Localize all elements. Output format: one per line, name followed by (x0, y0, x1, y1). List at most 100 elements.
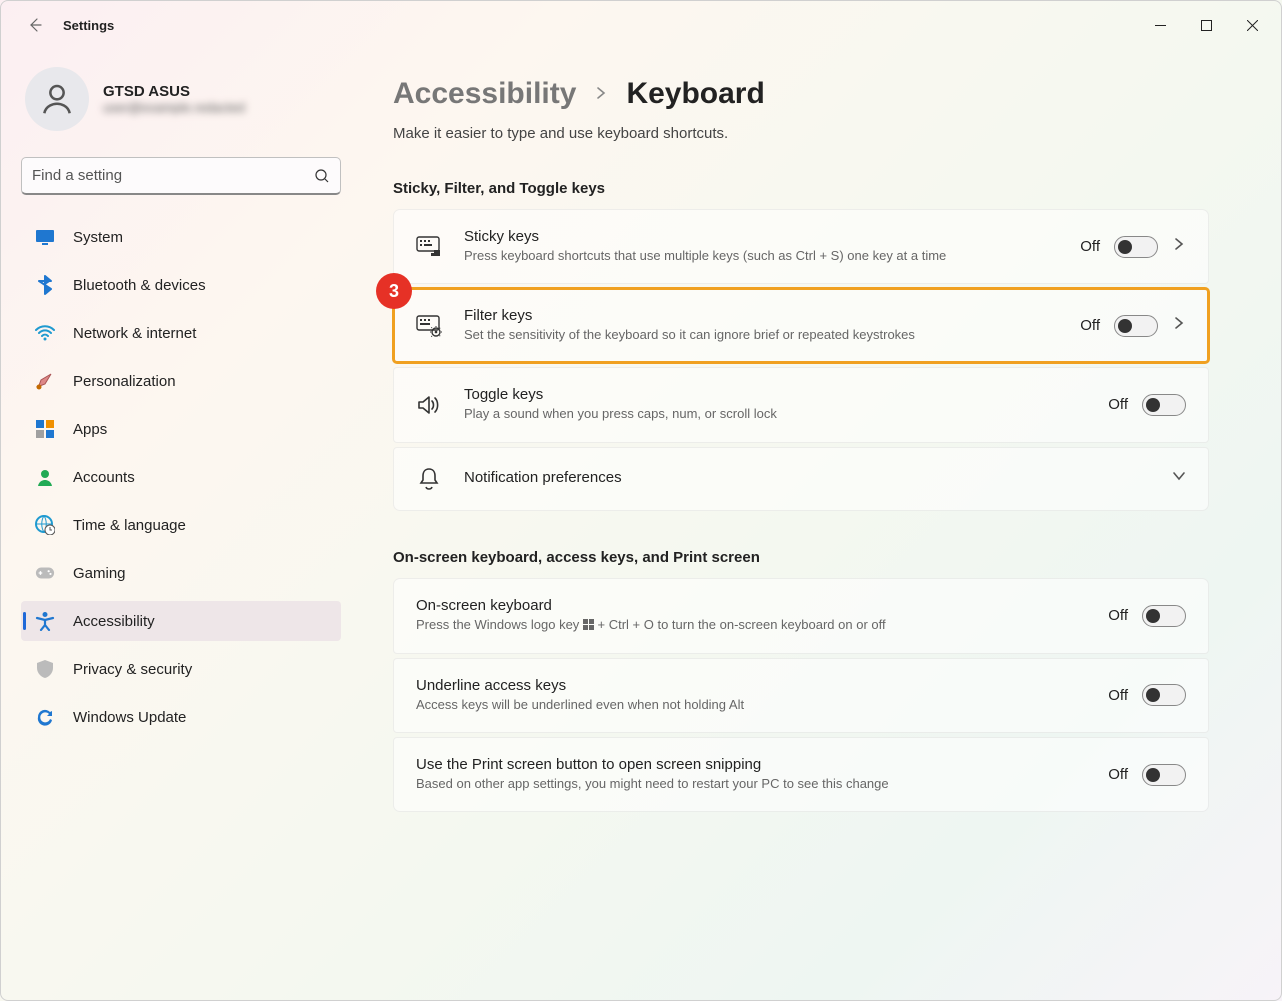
setting-desc: Press the Windows logo key + Ctrl + O to… (416, 616, 1086, 635)
globe-clock-icon (35, 515, 55, 535)
setting-row-notif[interactable]: Notification preferences (393, 447, 1209, 511)
setting-row-printscreen[interactable]: Use the Print screen button to open scre… (393, 737, 1209, 812)
apps-icon (35, 419, 55, 439)
monitor-icon (35, 227, 55, 247)
keyboard-gear-icon (416, 313, 442, 339)
chevron-right-icon (1172, 316, 1186, 335)
setting-controls: Off (1108, 605, 1186, 627)
person-icon (38, 80, 76, 118)
maximize-button[interactable] (1183, 8, 1229, 42)
setting-desc: Access keys will be underlined even when… (416, 696, 1086, 714)
setting-title: Sticky keys (464, 228, 1058, 245)
sidebar-item-label: Time & language (73, 517, 186, 534)
search-icon (314, 168, 330, 184)
gamepad-icon (35, 563, 55, 583)
keyboard-pointer-icon (416, 234, 442, 260)
arrow-left-icon (27, 17, 43, 33)
setting-body: Filter keys Set the sensitivity of the ke… (464, 307, 1058, 344)
sidebar-item-gaming[interactable]: Gaming (21, 553, 341, 593)
sidebar-item-label: Personalization (73, 373, 176, 390)
setting-body: On-screen keyboard Press the Windows logo… (416, 597, 1086, 635)
sidebar-item-label: Accounts (73, 469, 135, 486)
toggle-state-label: Off (1080, 317, 1100, 334)
toggle-switch[interactable] (1114, 315, 1158, 337)
setting-title: Toggle keys (464, 386, 1086, 403)
page-subtitle: Make it easier to type and use keyboard … (393, 125, 1209, 142)
sidebar-item-privacy-security[interactable]: Privacy & security (21, 649, 341, 689)
windows-logo-icon (583, 617, 594, 635)
setting-row-filter[interactable]: 3 Filter keysSet the sensitivity of the … (393, 288, 1209, 363)
window-controls (1137, 8, 1275, 42)
toggle-switch[interactable] (1142, 605, 1186, 627)
sidebar-item-accounts[interactable]: Accounts (21, 457, 341, 497)
brush-icon (35, 371, 55, 391)
sidebar-item-system[interactable]: System (21, 217, 341, 257)
toggle-state-label: Off (1080, 238, 1100, 255)
setting-row-underline[interactable]: Underline access keysAccess keys will be… (393, 658, 1209, 733)
sidebar-item-label: Accessibility (73, 613, 155, 630)
setting-title: Filter keys (464, 307, 1058, 324)
toggle-state-label: Off (1108, 766, 1128, 783)
toggle-switch[interactable] (1142, 394, 1186, 416)
setting-desc: Press keyboard shortcuts that use multip… (464, 247, 1058, 265)
back-button[interactable] (19, 9, 51, 41)
sidebar-item-bluetooth-devices[interactable]: Bluetooth & devices (21, 265, 341, 305)
setting-desc: Set the sensitivity of the keyboard so i… (464, 326, 1058, 344)
sidebar-item-accessibility[interactable]: Accessibility (21, 601, 341, 641)
section-title: On-screen keyboard, access keys, and Pri… (393, 549, 1209, 566)
search-box[interactable] (21, 157, 341, 195)
bluetooth-icon (35, 275, 55, 295)
profile-email: user@example.redacted (103, 100, 245, 115)
speaker-icon (416, 392, 442, 418)
setting-row-sticky[interactable]: Sticky keys Press keyboard shortcuts that… (393, 209, 1209, 284)
setting-controls: Off (1080, 315, 1186, 337)
setting-body: Use the Print screen button to open scre… (416, 756, 1086, 793)
minimize-button[interactable] (1137, 8, 1183, 42)
app-title: Settings (63, 18, 114, 33)
sidebar-item-apps[interactable]: Apps (21, 409, 341, 449)
breadcrumb: Accessibility Keyboard (393, 77, 1209, 111)
setting-row-osk[interactable]: On-screen keyboard Press the Windows logo… (393, 578, 1209, 654)
breadcrumb-parent[interactable]: Accessibility (393, 77, 576, 111)
sidebar: GTSD ASUS user@example.redacted System Bl… (1, 49, 353, 1000)
sidebar-item-label: Bluetooth & devices (73, 277, 206, 294)
setting-row-toggle[interactable]: Toggle keys Play a sound when you press c… (393, 367, 1209, 442)
toggle-state-label: Off (1108, 396, 1128, 413)
main-content: Accessibility Keyboard Make it easier to… (353, 49, 1281, 1000)
setting-body: Underline access keysAccess keys will be… (416, 677, 1086, 714)
sidebar-item-windows-update[interactable]: Windows Update (21, 697, 341, 737)
setting-body: Notification preferences (464, 469, 1150, 488)
accessibility-icon (35, 611, 55, 631)
chevron-down-icon (1172, 469, 1186, 488)
close-button[interactable] (1229, 8, 1275, 42)
sidebar-item-time-language[interactable]: Time & language (21, 505, 341, 545)
maximize-icon (1201, 20, 1212, 31)
profile-block[interactable]: GTSD ASUS user@example.redacted (21, 67, 341, 131)
setting-desc: Play a sound when you press caps, num, o… (464, 405, 1086, 423)
toggle-switch[interactable] (1142, 684, 1186, 706)
sidebar-item-label: Gaming (73, 565, 126, 582)
toggle-switch[interactable] (1114, 236, 1158, 258)
sidebar-item-label: Windows Update (73, 709, 186, 726)
setting-body: Sticky keys Press keyboard shortcuts that… (464, 228, 1058, 265)
profile-name: GTSD ASUS (103, 83, 245, 100)
sidebar-item-label: Network & internet (73, 325, 196, 342)
minimize-icon (1155, 20, 1166, 31)
setting-title: Use the Print screen button to open scre… (416, 756, 1086, 773)
setting-controls: Off (1108, 764, 1186, 786)
shield-icon (35, 659, 55, 679)
avatar (25, 67, 89, 131)
close-icon (1247, 20, 1258, 31)
sidebar-item-personalization[interactable]: Personalization (21, 361, 341, 401)
titlebar: Settings (1, 1, 1281, 49)
setting-controls: Off (1080, 236, 1186, 258)
chevron-right-icon (1172, 237, 1186, 256)
setting-controls (1172, 469, 1186, 488)
toggle-switch[interactable] (1142, 764, 1186, 786)
setting-title: On-screen keyboard (416, 597, 1086, 614)
setting-controls: Off (1108, 684, 1186, 706)
toggle-state-label: Off (1108, 607, 1128, 624)
update-icon (35, 707, 55, 727)
search-input[interactable] (32, 167, 314, 184)
sidebar-item-network-internet[interactable]: Network & internet (21, 313, 341, 353)
